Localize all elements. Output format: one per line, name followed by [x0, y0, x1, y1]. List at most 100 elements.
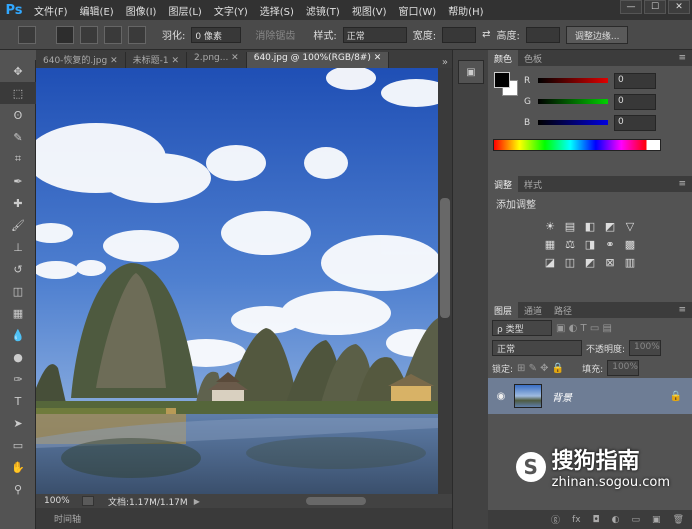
- style-select[interactable]: 正常: [342, 26, 407, 43]
- swap-icon[interactable]: ⇄: [482, 29, 490, 40]
- tab-channels[interactable]: 通道: [518, 302, 548, 318]
- vibrance-icon[interactable]: ▽: [622, 219, 638, 233]
- new-adjustment-icon[interactable]: ◐: [612, 515, 620, 525]
- layer-filter-select[interactable]: ρ 类型: [492, 320, 552, 336]
- vertical-scrollbar[interactable]: [438, 68, 452, 494]
- move-tool-icon[interactable]: ✥: [0, 60, 36, 82]
- red-slider[interactable]: R 0: [488, 70, 692, 91]
- channel-mixer-icon[interactable]: ▩: [622, 237, 638, 251]
- menu-window[interactable]: 窗口(W): [392, 3, 442, 18]
- photo-filter-icon[interactable]: ⚭: [602, 237, 618, 251]
- close-button[interactable]: ✕: [668, 0, 690, 14]
- type-tool-icon[interactable]: T: [0, 390, 36, 412]
- menu-view[interactable]: 视图(V): [346, 3, 393, 18]
- panel-menu-icon[interactable]: ≡: [678, 53, 686, 63]
- blue-track[interactable]: [538, 120, 608, 125]
- blue-slider[interactable]: B 0: [488, 112, 692, 133]
- status-arrow-icon[interactable]: ▶: [194, 497, 200, 506]
- lock-icons[interactable]: ⊞ ✎ ✥ 🔒: [517, 363, 564, 374]
- invert-icon[interactable]: ◪: [542, 255, 558, 269]
- layer-name[interactable]: 背景: [552, 389, 572, 404]
- tab-layers[interactable]: 图层: [488, 302, 519, 318]
- vertical-scroll-thumb[interactable]: [440, 198, 450, 318]
- zoom-level[interactable]: 100%: [36, 496, 82, 506]
- path-select-tool-icon[interactable]: ➤: [0, 412, 36, 434]
- feather-input[interactable]: 0 像素: [191, 26, 242, 43]
- timeline-label[interactable]: 时间轴: [54, 512, 81, 525]
- green-slider[interactable]: G 0: [488, 91, 692, 112]
- threshold-icon[interactable]: ◩: [582, 255, 598, 269]
- tab-doc-1[interactable]: 640-恢复的.jpg ✕: [36, 52, 126, 68]
- minimize-button[interactable]: —: [620, 0, 642, 14]
- curves-icon[interactable]: ◧: [582, 219, 598, 233]
- panel-menu-icon[interactable]: ≡: [678, 305, 686, 315]
- blue-value[interactable]: 0: [614, 114, 656, 131]
- tab-doc-active[interactable]: 640.jpg @ 100%(RGB/8#) ✕: [246, 52, 390, 68]
- timeline-panel[interactable]: 时间轴: [36, 508, 452, 529]
- dodge-tool-icon[interactable]: ●: [0, 346, 36, 368]
- menu-layer[interactable]: 图层(L): [162, 3, 207, 18]
- clone-stamp-tool-icon[interactable]: ⊥: [0, 236, 36, 258]
- maximize-button[interactable]: ☐: [644, 0, 666, 14]
- fill-input[interactable]: 100%: [607, 360, 640, 376]
- menu-edit[interactable]: 编辑(E): [74, 3, 120, 18]
- healing-brush-tool-icon[interactable]: ✚: [0, 192, 36, 214]
- menu-image[interactable]: 图像(I): [120, 3, 163, 18]
- tab-paths[interactable]: 路径: [548, 302, 578, 318]
- menu-file[interactable]: 文件(F): [28, 3, 74, 18]
- shape-tool-icon[interactable]: ▭: [0, 434, 36, 456]
- tab-doc-2[interactable]: 未标题-1 ✕: [126, 52, 188, 68]
- tab-styles[interactable]: 样式: [518, 176, 548, 192]
- black-white-icon[interactable]: ◨: [582, 237, 598, 251]
- height-input[interactable]: [525, 26, 560, 43]
- horizontal-scroll-thumb[interactable]: [306, 497, 366, 505]
- width-input[interactable]: [442, 26, 477, 43]
- history-brush-tool-icon[interactable]: ↺: [0, 258, 36, 280]
- refine-edge-button[interactable]: 调整边缘...: [565, 25, 629, 44]
- layer-row-background[interactable]: ◉ 背景 🔒: [488, 378, 692, 414]
- tab-doc-3[interactable]: 2.png... ✕: [187, 52, 247, 68]
- subtract-selection-icon[interactable]: [104, 25, 122, 44]
- filter-pixel-icon[interactable]: ▣ ◐ T ▭ ▤: [556, 323, 612, 334]
- brightness-icon[interactable]: ☀: [542, 219, 558, 233]
- posterize-icon[interactable]: ◫: [562, 255, 578, 269]
- delete-layer-icon[interactable]: 🗑: [673, 515, 684, 525]
- pen-tool-icon[interactable]: ✑: [0, 368, 36, 390]
- marquee-preset-icon[interactable]: [18, 25, 36, 44]
- link-layers-icon[interactable]: ⓖ: [551, 513, 560, 526]
- color-spectrum[interactable]: [493, 139, 661, 151]
- marquee-tool-icon[interactable]: ⬚: [0, 82, 36, 104]
- tab-color[interactable]: 颜色: [488, 50, 519, 66]
- green-value[interactable]: 0: [614, 93, 656, 110]
- horizontal-scrollbar[interactable]: [276, 496, 456, 506]
- opacity-input[interactable]: 100%: [629, 340, 662, 356]
- green-track[interactable]: [538, 99, 608, 104]
- menu-type[interactable]: 文字(Y): [208, 3, 254, 18]
- color-balance-icon[interactable]: ⚖: [562, 237, 578, 251]
- tab-overflow-icon[interactable]: »: [438, 57, 452, 68]
- status-info-icon[interactable]: [82, 496, 94, 506]
- eraser-tool-icon[interactable]: ◫: [0, 280, 36, 302]
- panel-menu-icon[interactable]: ≡: [678, 179, 686, 189]
- add-mask-icon[interactable]: ◘: [593, 515, 600, 525]
- foreground-swatch[interactable]: [494, 72, 510, 88]
- red-track[interactable]: [538, 78, 608, 83]
- quick-select-tool-icon[interactable]: ✎: [0, 126, 36, 148]
- history-panel-icon[interactable]: ▣: [458, 60, 484, 84]
- add-selection-icon[interactable]: [80, 25, 98, 44]
- blur-tool-icon[interactable]: 💧: [0, 324, 36, 346]
- lasso-tool-icon[interactable]: ʘ: [0, 104, 36, 126]
- tab-adjustments[interactable]: 调整: [488, 176, 519, 192]
- layer-style-icon[interactable]: fx: [572, 515, 581, 525]
- menu-select[interactable]: 选择(S): [254, 3, 300, 18]
- gradient-map-icon[interactable]: ▥: [622, 255, 638, 269]
- levels-icon[interactable]: ▤: [562, 219, 578, 233]
- tab-swatches[interactable]: 色板: [518, 50, 548, 66]
- exposure-icon[interactable]: ◩: [602, 219, 618, 233]
- zoom-tool-icon[interactable]: ⚲: [0, 478, 36, 500]
- menu-help[interactable]: 帮助(H): [442, 3, 489, 18]
- blend-mode-select[interactable]: 正常: [492, 340, 582, 356]
- gradient-tool-icon[interactable]: ▦: [0, 302, 36, 324]
- new-layer-icon[interactable]: ▣: [652, 515, 661, 525]
- menu-filter[interactable]: 滤镜(T): [300, 3, 346, 18]
